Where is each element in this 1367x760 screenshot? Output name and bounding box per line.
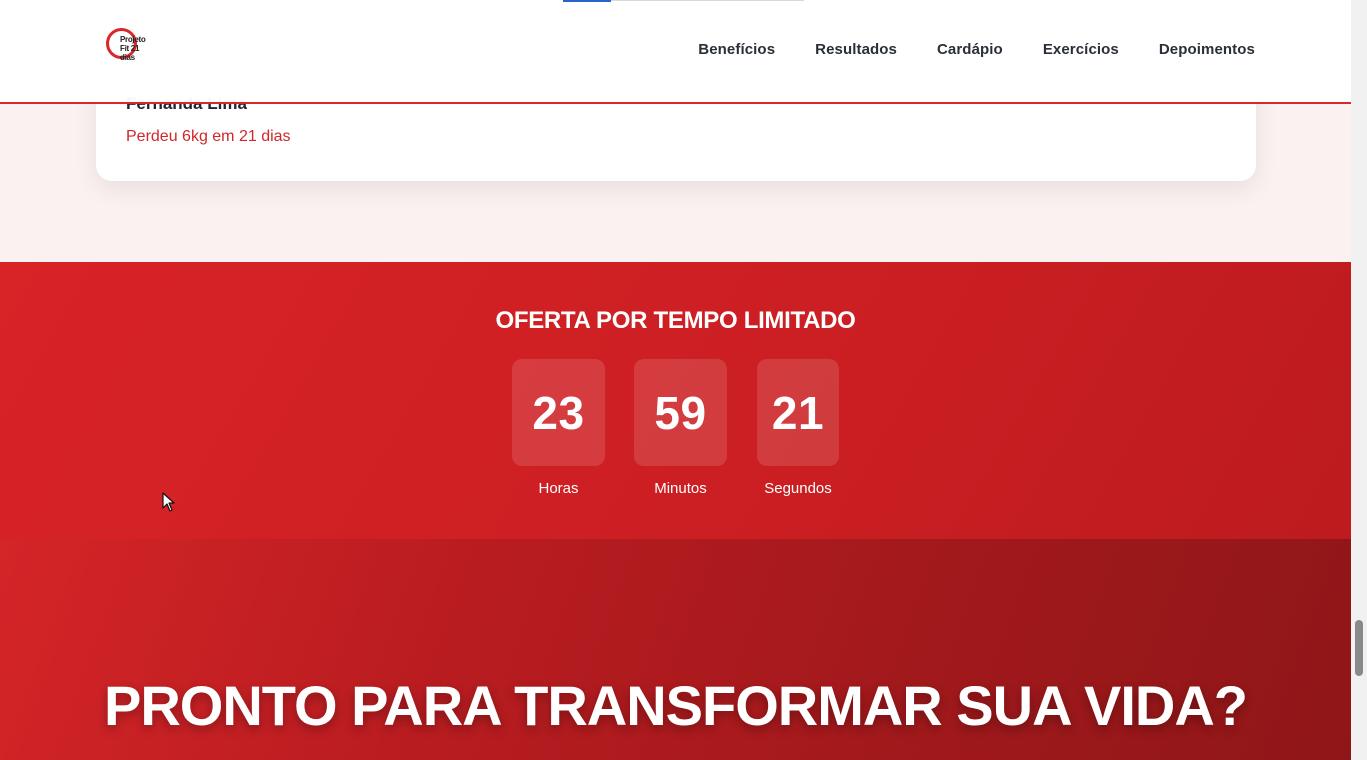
- countdown-hours-value: 23: [532, 386, 585, 439]
- nav-link-depoimentos[interactable]: Depoimentos: [1159, 41, 1255, 58]
- nav-link-resultados[interactable]: Resultados: [815, 41, 897, 58]
- countdown-hours-box: 23: [512, 359, 605, 466]
- logo-text-line2: Fit 21 dias: [120, 44, 140, 62]
- brand-logo[interactable]: Projeto Fit 21 dias: [106, 28, 150, 62]
- mouse-cursor-icon: [162, 492, 175, 512]
- countdown-minutes-label: Minutos: [654, 480, 707, 497]
- top-accent-line: [563, 0, 611, 2]
- logo-text-line1: Projeto: [120, 35, 146, 44]
- page-scrollbar[interactable]: [1351, 0, 1367, 760]
- cta-title: PRONTO PARA TRANSFORMAR SUA VIDA?: [104, 674, 1248, 737]
- page: Fernanda Lima Perdeu 6kg em 21 dias Proj…: [0, 0, 1351, 760]
- nav-link-exercicios[interactable]: Exercícios: [1043, 41, 1119, 58]
- scrollbar-thumb[interactable]: [1355, 620, 1363, 676]
- testimonial-result: Perdeu 6kg em 21 dias: [126, 128, 291, 145]
- countdown-seconds-label: Segundos: [764, 480, 832, 497]
- top-divider-line: [611, 0, 804, 1]
- nav-link-cardapio[interactable]: Cardápio: [937, 41, 1003, 58]
- countdown-seconds-box: 21: [757, 359, 839, 466]
- countdown-minutes-box: 59: [634, 359, 727, 466]
- offer-title: OFERTA POR TEMPO LIMITADO: [495, 307, 856, 334]
- countdown-hours-label: Horas: [538, 480, 579, 497]
- countdown-minutes-value: 59: [654, 386, 707, 439]
- cta-section: PRONTO PARA TRANSFORMAR SUA VIDA?: [0, 539, 1351, 760]
- nav-link-beneficios[interactable]: Benefícios: [698, 41, 775, 58]
- main-nav: Benefícios Resultados Cardápio Exercício…: [698, 41, 1255, 58]
- limited-offer-section: OFERTA POR TEMPO LIMITADO 23 Horas 59 Mi…: [0, 262, 1351, 539]
- countdown-seconds-value: 21: [771, 386, 825, 439]
- site-header: Projeto Fit 21 dias Benefícios Resultado…: [0, 0, 1351, 104]
